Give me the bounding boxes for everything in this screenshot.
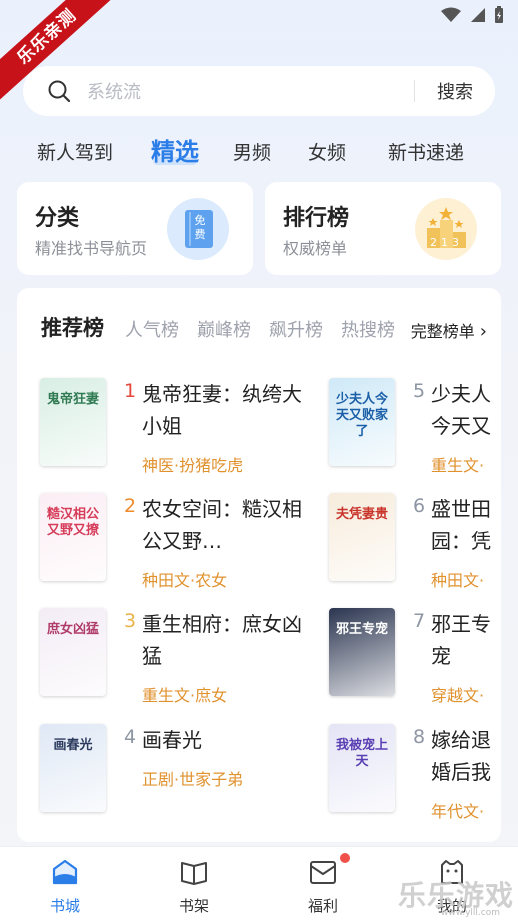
book-rank-number: 1 (124, 380, 137, 402)
book-cover-text: 画春光 (53, 738, 93, 753)
book-rank-number: 8 (413, 726, 426, 748)
ranking-tab-popular[interactable]: 人气榜 (125, 316, 179, 342)
chevron-right-icon: › (479, 321, 487, 342)
ranking-book-item[interactable]: 鬼帝狂妻 1 鬼帝狂妻：纨绔大小姐神医·扮猪吃虎 (40, 378, 310, 475)
book-rank-number: 6 (413, 495, 426, 517)
book-cover[interactable]: 我被宠上天 (329, 724, 395, 812)
ranking-book-item[interactable]: 庶女凶猛 3 重生相府：庶女凶猛重生文·庶女 (40, 608, 310, 705)
notification-badge (340, 853, 350, 863)
category-title: 分类 (35, 206, 80, 231)
search-input[interactable]: 系统流 (87, 78, 414, 104)
nav-welfare[interactable]: 福利 (283, 853, 363, 916)
book-tag: 穿越文· (431, 686, 485, 705)
tab-featured[interactable]: 精选 (151, 132, 199, 167)
nav-bookstore[interactable]: 书城 (25, 857, 105, 916)
ranking-book-item[interactable]: 邪王专宠 7 邪王专宠 穿越文· (329, 608, 501, 705)
book-cover[interactable]: 庶女凶猛 (40, 608, 106, 696)
full-list-label: 完整榜单 (410, 322, 475, 341)
tab-female[interactable]: 女频 (308, 138, 346, 165)
book-tag: 正剧·世家子弟 (142, 770, 244, 789)
book-cover-text: 我被宠上天 (335, 738, 388, 769)
search-button[interactable]: 搜索 (415, 78, 495, 104)
nav-bookshelf[interactable]: 书架 (154, 857, 234, 916)
home-icon (52, 859, 78, 885)
full-list-link[interactable]: 完整榜单 › (404, 318, 487, 342)
book-cover-text: 鬼帝狂妻 (46, 392, 99, 407)
search-icon (47, 79, 71, 103)
ranking-book-item[interactable]: 夫凭妻贵 6盛世田园：凭妻贵种田文· (329, 493, 501, 590)
book-title: 重生相府：庶女凶猛 (142, 612, 302, 668)
podium-icon: 213 (415, 198, 477, 260)
book-title: 盛世田园：凭妻贵 (431, 497, 491, 553)
ranking-book-item[interactable]: 画春光 4 画春光 正剧·世家子弟 (40, 724, 310, 816)
channel-tabs: 新人驾到 精选 男频 女频 新书速递 (0, 130, 518, 170)
book-title: 嫁给退婚后我被宠上天 (431, 728, 491, 784)
book-rank-number: 5 (413, 380, 426, 402)
ranking-book-item[interactable]: 我被宠上天 8嫁给退婚后我被宠上天年代文· (329, 724, 501, 821)
book-cover-text: 糙汉相公又野又撩 (46, 507, 99, 538)
leaderboard-title: 排行榜 (283, 206, 350, 231)
book-tag: 种田文· (431, 571, 485, 590)
search-bar[interactable]: 系统流 搜索 (23, 66, 495, 116)
book-tag: 种田文·农女 (142, 571, 228, 590)
nav-bookstore-label: 书城 (49, 897, 80, 915)
book-cover[interactable]: 画春光 (40, 724, 106, 812)
ranking-book-item[interactable]: 少夫人今天又败家了5少夫人今天又败家了重生文· (329, 378, 501, 475)
book-tag: 重生文·庶女 (142, 686, 228, 705)
book-title: 邪王专宠 (431, 612, 491, 668)
podium-numbers: 213 (430, 236, 463, 249)
bookshelf-icon (181, 862, 207, 885)
book-cover[interactable]: 鬼帝狂妻 (40, 378, 106, 466)
wifi-icon (441, 7, 461, 22)
book-rank-number: 2 (124, 495, 137, 517)
leaderboard-subtitle: 权威榜单 (283, 239, 348, 258)
leaderboard-card[interactable]: 排行榜 权威榜单 213 (265, 182, 501, 275)
category-book-icon: 免费 (167, 198, 229, 260)
book-cover-text: 邪王专宠 (335, 622, 388, 637)
book-tag: 年代文· (431, 802, 485, 821)
tab-male[interactable]: 男频 (233, 138, 271, 165)
battery-icon (495, 6, 503, 23)
book-cover-text: 少夫人今天又败家了 (335, 392, 388, 439)
ranking-title: 推荐榜 (41, 316, 104, 340)
category-icon-text: 免费 (194, 214, 206, 241)
book-rank-number: 3 (124, 610, 137, 632)
book-cover[interactable]: 邪王专宠 (329, 608, 395, 696)
book-cover-text: 夫凭妻贵 (335, 507, 388, 522)
tab-newcomer[interactable]: 新人驾到 (37, 138, 113, 165)
book-cover[interactable]: 少夫人今天又败家了 (329, 378, 395, 466)
tab-new-books[interactable]: 新书速递 (388, 138, 464, 165)
nav-bookshelf-label: 书架 (178, 897, 209, 915)
book-title: 画春光 (142, 728, 202, 752)
book-cover-text: 庶女凶猛 (46, 622, 99, 637)
book-title: 农女空间：糙汉相公又野… (142, 497, 302, 553)
gift-icon (310, 861, 336, 884)
book-cover[interactable]: 夫凭妻贵 (329, 493, 395, 581)
book-tag: 重生文· (431, 456, 485, 475)
signal-icon (471, 8, 485, 22)
ranking-tab-peak[interactable]: 巅峰榜 (197, 316, 251, 342)
book-tag: 神医·扮猪吃虎 (142, 456, 244, 475)
nav-welfare-label: 福利 (307, 897, 338, 915)
category-subtitle: 精准找书导航页 (35, 239, 148, 258)
book-title: 鬼帝狂妻：纨绔大小姐 (142, 382, 302, 438)
book-cover[interactable]: 糙汉相公又野又撩 (40, 493, 106, 581)
book-rank-number: 7 (413, 610, 426, 632)
ranking-tab-rising[interactable]: 飙升榜 (269, 316, 323, 342)
ranking-tab-hot-search[interactable]: 热搜榜 (341, 316, 395, 342)
category-card[interactable]: 分类 精准找书导航页 免费 (17, 182, 253, 275)
book-rank-number: 4 (124, 726, 137, 748)
status-bar (440, 6, 504, 24)
ranking-book-item[interactable]: 糙汉相公又野又撩 2 农女空间：糙汉相公又野… 种田文·农女 (40, 493, 310, 590)
book-title: 少夫人今天又败家了 (431, 382, 491, 438)
watermark-url: www.ylll.com (440, 908, 500, 918)
ranking-card: 推荐榜 人气榜 巅峰榜 飙升榜 热搜榜 完整榜单 › 鬼帝狂妻 1 鬼帝狂妻：纨绔大… (17, 288, 501, 842)
